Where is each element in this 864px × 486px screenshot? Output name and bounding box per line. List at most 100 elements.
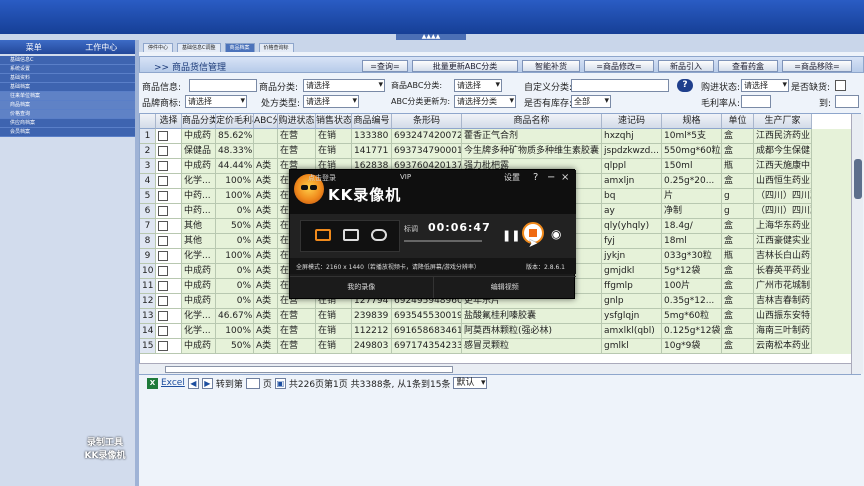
sidebar-work-center-tab[interactable]: 工作中心 (68, 42, 136, 53)
row-select-checkbox[interactable] (156, 249, 182, 264)
minimize-icon[interactable]: − (547, 172, 555, 183)
checkbox-icon[interactable] (158, 176, 168, 186)
column-header[interactable]: 条形码 (392, 114, 462, 129)
sidebar-item[interactable]: 价格查询 (0, 110, 135, 119)
row-select-checkbox[interactable] (156, 204, 182, 219)
page-number-input[interactable] (245, 377, 260, 389)
sort-select[interactable]: 默认 (453, 377, 488, 389)
abc-select[interactable]: 请选择 (454, 79, 502, 92)
pause-icon[interactable]: ❚❚ (502, 229, 520, 242)
new-product-button[interactable]: 新品引入 (658, 60, 714, 72)
settings-button[interactable]: 设置 (504, 172, 520, 183)
row-select-checkbox[interactable] (156, 234, 182, 249)
checkbox-icon[interactable] (158, 266, 168, 276)
row-select-checkbox[interactable] (156, 264, 182, 279)
edit-video-button[interactable]: 编辑视频 (432, 277, 577, 298)
row-select-checkbox[interactable] (156, 339, 182, 354)
product-info-input[interactable] (189, 79, 257, 92)
sidebar-item[interactable]: 基础资料 (0, 74, 135, 83)
excel-export-link[interactable]: Excel (161, 378, 185, 388)
column-header[interactable]: 单位 (722, 114, 754, 129)
excel-icon[interactable]: X (147, 377, 158, 389)
help-icon[interactable]: ? (533, 172, 538, 183)
login-link[interactable]: 点击登录 (308, 173, 336, 183)
game-mode-icon[interactable] (371, 229, 387, 241)
sidebar-item[interactable]: 基础信息C (0, 56, 135, 65)
margin-from-input[interactable] (741, 95, 771, 108)
brand-select[interactable]: 请选择 (185, 95, 247, 108)
row-select-checkbox[interactable] (156, 144, 182, 159)
checkbox-icon[interactable] (158, 236, 168, 246)
column-header[interactable]: 选择 (156, 114, 182, 129)
category-select[interactable]: 请选择 (303, 79, 385, 92)
grid-horizontal-scrollbar[interactable] (139, 363, 851, 374)
batch-abc-button[interactable]: 批量更新ABC分类 (412, 60, 518, 72)
checkbox-icon[interactable] (158, 341, 168, 351)
checkbox-icon[interactable] (158, 161, 168, 171)
checkbox-icon[interactable] (158, 326, 168, 336)
row-select-checkbox[interactable] (156, 219, 182, 234)
sidebar-menu-tab[interactable]: 菜单 (0, 42, 68, 53)
sidebar-item[interactable]: 系统设置 (0, 65, 135, 74)
checkbox-icon[interactable] (158, 206, 168, 216)
fullscreen-mode-icon[interactable] (315, 229, 331, 241)
sidebar-item[interactable]: 商品档案 (0, 101, 135, 110)
table-row[interactable]: 1 中成药 85.62% 在营 在销 133380 6932474200720 藿香正气合剂 h… (140, 129, 860, 144)
grid-vertical-scrollbar[interactable] (851, 114, 863, 374)
screenshot-camera-icon[interactable]: ◉ (551, 227, 561, 241)
column-header[interactable]: 规格 (662, 114, 722, 129)
row-select-checkbox[interactable] (156, 309, 182, 324)
column-header[interactable]: 商品分类 (182, 114, 216, 129)
row-select-checkbox[interactable] (156, 129, 182, 144)
scroll-thumb[interactable] (854, 159, 862, 199)
query-button[interactable]: =查询= (362, 60, 408, 72)
checkbox-icon[interactable] (158, 146, 168, 156)
prev-page-icon[interactable]: ◀ (187, 377, 199, 389)
sidebar-item[interactable]: 基础档案 (0, 83, 135, 92)
checkbox-icon[interactable] (158, 281, 168, 291)
tab-item[interactable]: 停件中心 (143, 43, 174, 52)
checkbox-icon[interactable] (158, 131, 168, 141)
column-header[interactable] (140, 114, 156, 129)
close-icon[interactable]: × (561, 172, 569, 183)
sidebar-item[interactable]: 往来单位档案 (0, 92, 135, 101)
sidebar-item[interactable]: 会员档案 (0, 128, 135, 137)
vip-badge[interactable]: VIP (400, 173, 411, 181)
has-stock-select[interactable]: 全部 (571, 95, 611, 108)
checkbox-icon[interactable] (158, 251, 168, 261)
tab-item[interactable]: 价格查询标 (258, 43, 294, 52)
tab-item-active[interactable]: 商品档案 (224, 43, 255, 52)
view-box-button[interactable]: 查看药盒 (718, 60, 778, 72)
row-select-checkbox[interactable] (156, 189, 182, 204)
my-recordings-button[interactable]: 我的录像 (290, 277, 433, 298)
checkbox-icon[interactable] (158, 296, 168, 306)
out-of-stock-checkbox[interactable] (835, 80, 846, 91)
checkbox-icon[interactable] (158, 221, 168, 231)
column-header[interactable]: 商品名称 (462, 114, 602, 129)
table-row[interactable]: 13 化学... 46.67% A类 在营 在销 239839 6935455300198 盐酸… (140, 309, 860, 324)
column-header[interactable]: 定价毛利率 (216, 114, 254, 129)
window-mode-icon[interactable] (343, 229, 359, 241)
purchase-status-select[interactable]: 请选择 (741, 79, 789, 92)
table-row[interactable]: 2 保健品 48.33% 在营 在销 141771 6937347900011 今生牌多种矿物… (140, 144, 860, 159)
row-select-checkbox[interactable] (156, 279, 182, 294)
column-header[interactable]: 生产厂家 (754, 114, 812, 129)
rx-type-select[interactable]: 请选择 (303, 95, 359, 108)
go-page-icon[interactable]: ▣ (274, 377, 286, 389)
checkbox-icon[interactable] (158, 191, 168, 201)
column-header[interactable]: 销售状态 (316, 114, 352, 129)
row-select-checkbox[interactable] (156, 324, 182, 339)
table-row[interactable]: 14 化学... 100% A类 在营 在销 112212 6916586834615 阿莫西林… (140, 324, 860, 339)
next-page-icon[interactable]: ▶ (201, 377, 213, 389)
abc-update-select[interactable]: 请选择分类 (454, 95, 516, 108)
row-select-checkbox[interactable] (156, 294, 182, 309)
column-header[interactable]: 速记码 (602, 114, 662, 129)
remove-product-button[interactable]: =商品移除= (782, 60, 852, 72)
row-select-checkbox[interactable] (156, 174, 182, 189)
volume-slider[interactable] (404, 240, 482, 242)
margin-to-input[interactable] (835, 95, 859, 108)
sidebar-item[interactable]: 供应商档案 (0, 119, 135, 128)
scroll-thumb[interactable] (165, 366, 453, 373)
help-button[interactable]: ? (677, 79, 693, 92)
checkbox-icon[interactable] (158, 311, 168, 321)
